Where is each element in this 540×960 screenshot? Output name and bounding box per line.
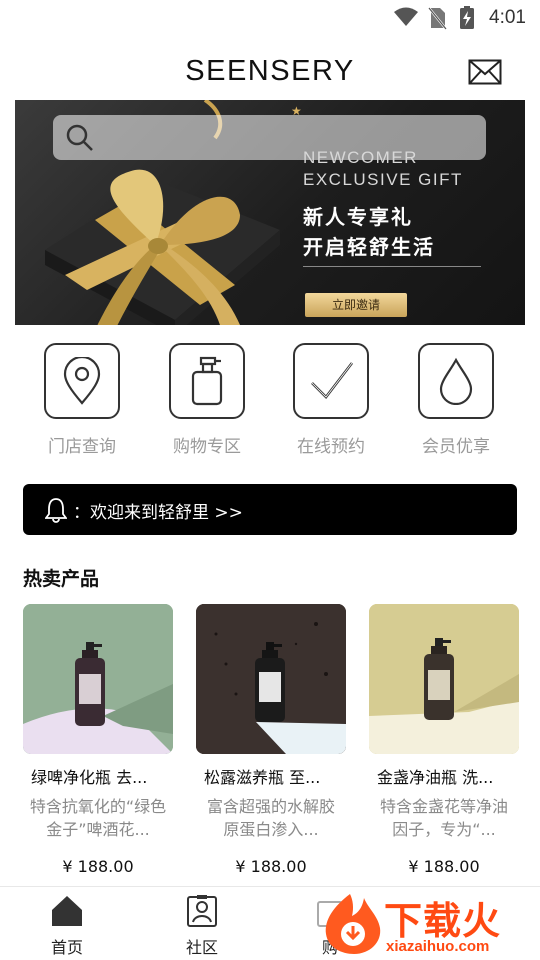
banner-divider bbox=[303, 266, 481, 267]
product-photo bbox=[23, 604, 173, 754]
promo-banner[interactable]: ★ NEWCOMER EXCLUSIVE GIFT 新人专享礼 开启轻舒生活 立… bbox=[15, 100, 525, 325]
product-photo bbox=[196, 604, 346, 754]
app-header: SEENSERY bbox=[0, 50, 540, 96]
notice-text: ：欢迎来到轻舒里 >> bbox=[73, 503, 243, 523]
quick-nav-icon-box bbox=[293, 343, 369, 419]
banner-chinese-line-2: 开启轻舒生活 bbox=[303, 235, 435, 259]
bottom-nav-label: 社区 bbox=[185, 938, 218, 957]
invite-button[interactable]: 立即邀请 bbox=[305, 293, 407, 317]
search-bar[interactable] bbox=[53, 115, 486, 160]
brand-logo: SEENSERY bbox=[185, 55, 355, 87]
quick-nav: 门店查询 购物专区 在线预约 会员优享 bbox=[0, 343, 540, 463]
banner-english-line-1: NEWCOMER bbox=[303, 148, 418, 167]
search-icon bbox=[66, 124, 93, 151]
product-description: 特含抗氧化的“绿色金子”啤酒花... bbox=[29, 797, 167, 839]
quick-nav-label: 在线预约 bbox=[297, 437, 365, 457]
product-name: 绿啤净化瓶 去... bbox=[31, 768, 148, 787]
product-photo bbox=[369, 604, 519, 754]
product-card[interactable]: 金盏净油瓶 洗... 特含金盏花等净油因子，专为“... ¥ 188.00 bbox=[369, 604, 519, 876]
watermark-text: 下载火 bbox=[384, 899, 502, 943]
mail-icon[interactable] bbox=[468, 59, 502, 85]
section-title-hot-products: 热卖产品 bbox=[23, 568, 100, 590]
product-description: 特含金盏花等净油因子，专为“... bbox=[379, 797, 508, 839]
quick-nav-label: 会员优享 bbox=[422, 437, 490, 457]
product-image bbox=[196, 604, 346, 754]
quick-nav-icon-box bbox=[44, 343, 120, 419]
bottle-icon bbox=[191, 356, 223, 406]
quick-nav-store-search[interactable]: 门店查询 bbox=[27, 343, 137, 457]
product-name: 松露滋养瓶 至... bbox=[204, 768, 321, 787]
product-price: ¥ 188.00 bbox=[235, 857, 307, 876]
home-icon bbox=[52, 896, 82, 926]
product-image bbox=[369, 604, 519, 754]
quick-nav-icon-box bbox=[418, 343, 494, 419]
watermark: 下载火 xiazaihuo.com bbox=[320, 888, 540, 960]
check-icon bbox=[311, 362, 354, 399]
bottom-nav-community[interactable]: 社区 bbox=[162, 894, 242, 958]
community-icon bbox=[187, 895, 217, 927]
quick-nav-member-perks[interactable]: 会员优享 bbox=[401, 343, 511, 457]
clock: 4:01 bbox=[489, 7, 526, 28]
product-image bbox=[23, 604, 173, 754]
gift-box-image bbox=[45, 169, 280, 325]
banner-chinese-line-1: 新人专享礼 bbox=[303, 205, 413, 229]
bottom-nav-label: 首页 bbox=[50, 938, 83, 957]
quick-nav-label: 门店查询 bbox=[48, 437, 116, 457]
product-price: ¥ 188.00 bbox=[62, 857, 134, 876]
product-description: 富含超强的水解胶原蛋白渗入... bbox=[206, 797, 335, 839]
product-price: ¥ 188.00 bbox=[408, 857, 480, 876]
quick-nav-booking[interactable]: 在线预约 bbox=[276, 343, 386, 457]
quick-nav-icon-box bbox=[169, 343, 245, 419]
drop-icon bbox=[439, 357, 473, 405]
status-bar: 4:01 bbox=[0, 0, 540, 36]
bottom-nav-home[interactable]: 首页 bbox=[27, 894, 107, 958]
no-sim-icon bbox=[428, 7, 447, 30]
location-pin-icon bbox=[63, 357, 101, 405]
watermark-url: xiazaihuo.com bbox=[386, 938, 490, 955]
wifi-icon bbox=[394, 7, 418, 26]
product-name: 金盏净油瓶 洗... bbox=[377, 768, 494, 787]
bell-icon bbox=[45, 498, 67, 523]
battery-charging-icon bbox=[460, 6, 474, 29]
quick-nav-shopping[interactable]: 购物专区 bbox=[152, 343, 262, 457]
flame-logo-icon bbox=[325, 894, 381, 954]
notice-bar[interactable]: ：欢迎来到轻舒里 >> bbox=[23, 484, 517, 535]
quick-nav-label: 购物专区 bbox=[173, 437, 241, 457]
product-card[interactable]: 松露滋养瓶 至... 富含超强的水解胶原蛋白渗入... ¥ 188.00 bbox=[196, 604, 346, 876]
product-card[interactable]: 绿啤净化瓶 去... 特含抗氧化的“绿色金子”啤酒花... ¥ 188.00 bbox=[23, 604, 173, 876]
banner-english-line-2: EXCLUSIVE GIFT bbox=[303, 170, 463, 189]
